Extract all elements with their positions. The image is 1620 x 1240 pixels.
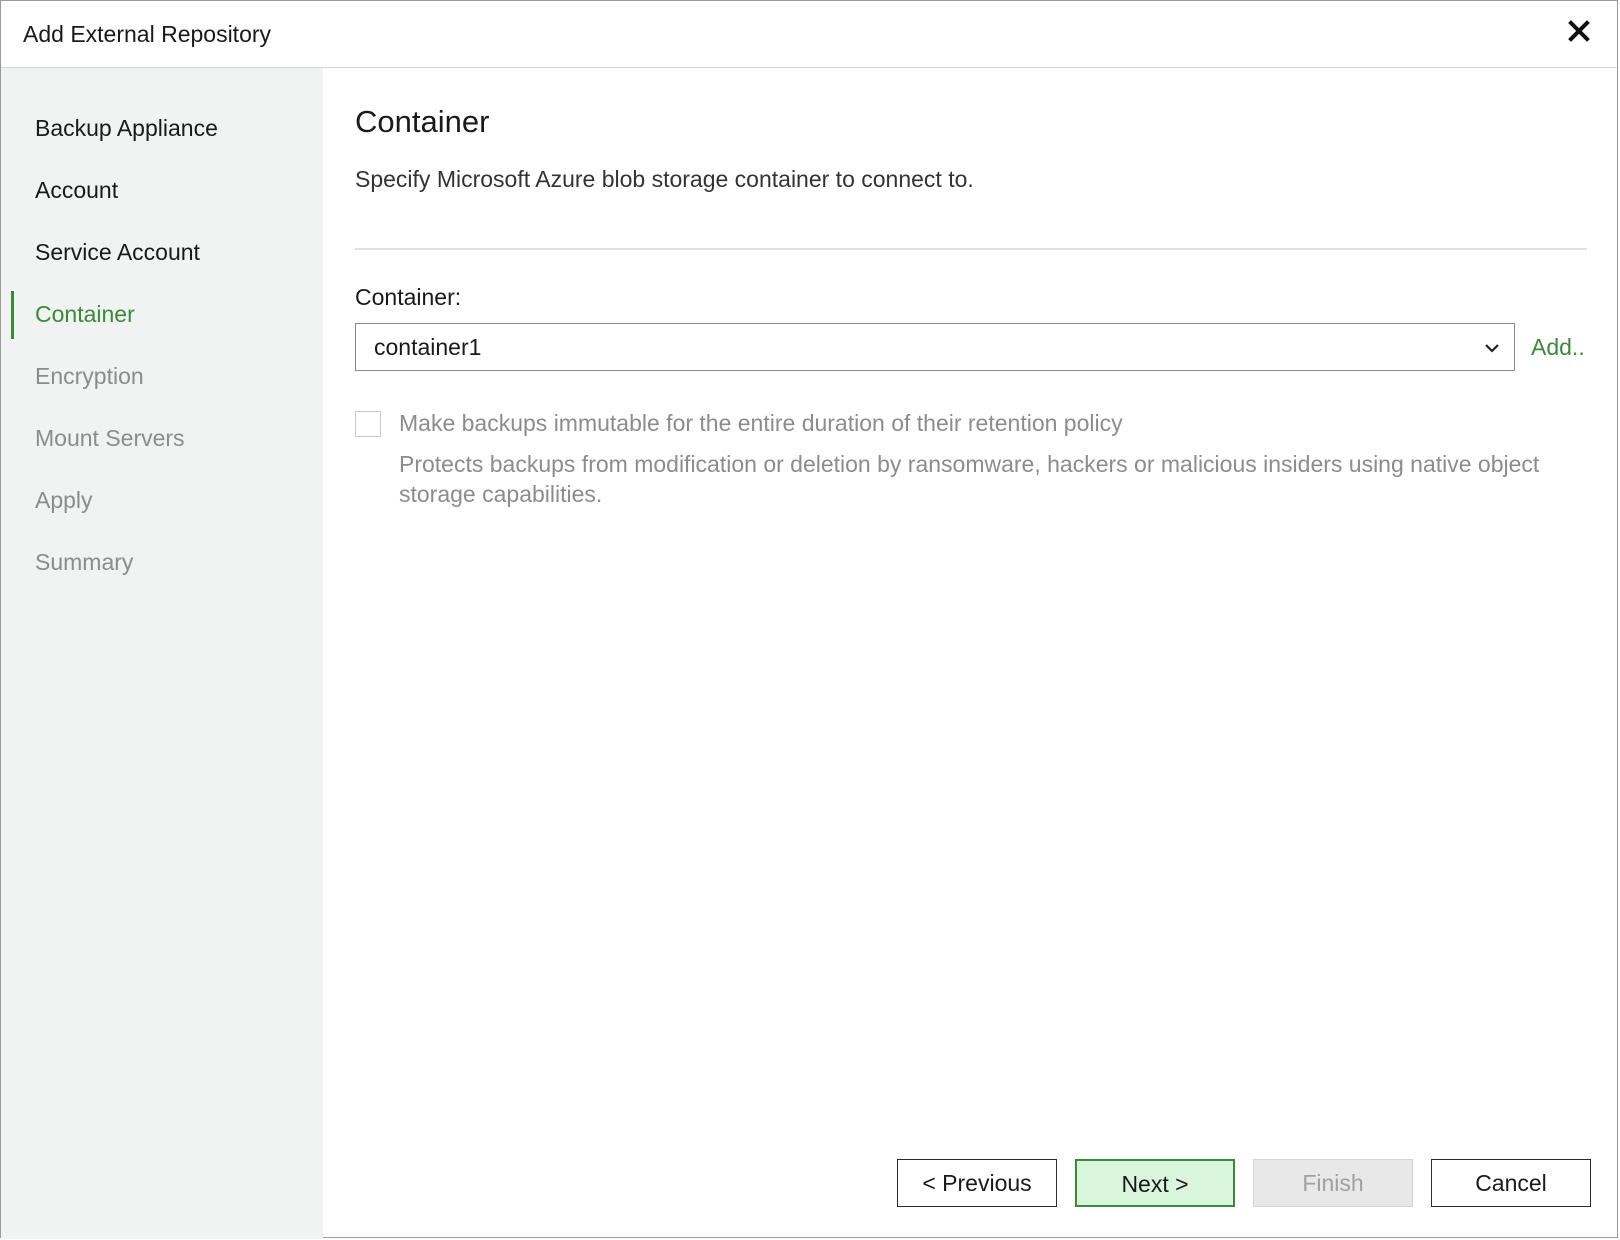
step-summary: Summary [35,549,134,575]
cancel-button[interactable]: Cancel [1431,1159,1591,1207]
previous-button[interactable]: < Previous [897,1159,1057,1207]
container-select-value: container1 [374,334,482,360]
page-title: Container [355,104,490,139]
step-encryption: Encryption [35,363,144,389]
add-container-link[interactable]: Add.. [1531,334,1585,361]
active-step-indicator [11,291,14,339]
immutable-checkbox[interactable] [355,411,381,437]
wizard-steps-sidebar: Backup Appliance Account Service Account… [1,68,323,1239]
step-service-account[interactable]: Service Account [35,238,200,266]
step-container[interactable]: Container [35,300,135,328]
step-account[interactable]: Account [35,176,118,204]
page-description: Specify Microsoft Azure blob storage con… [355,166,974,192]
dialog-title: Add External Repository [23,21,272,47]
step-mount-servers: Mount Servers [35,425,185,451]
next-button[interactable]: Next > [1075,1159,1235,1207]
step-backup-appliance[interactable]: Backup Appliance [35,114,218,142]
add-external-repository-dialog: Add External Repository Backup Appliance… [0,0,1618,1239]
divider [355,248,1587,250]
container-field-label: Container: [355,284,462,310]
close-icon[interactable] [1563,15,1595,47]
main-content: Container Specify Microsoft Azure blob s… [323,68,1617,1237]
title-bar: Add External Repository [1,1,1617,68]
chevron-down-icon [1482,338,1502,358]
step-apply: Apply [35,487,93,513]
finish-button: Finish [1253,1159,1413,1207]
container-select[interactable]: container1 [355,323,1515,371]
immutable-checkbox-description: Protects backups from modification or de… [399,451,1540,507]
immutable-checkbox-label: Make backups immutable for the entire du… [399,410,1123,436]
